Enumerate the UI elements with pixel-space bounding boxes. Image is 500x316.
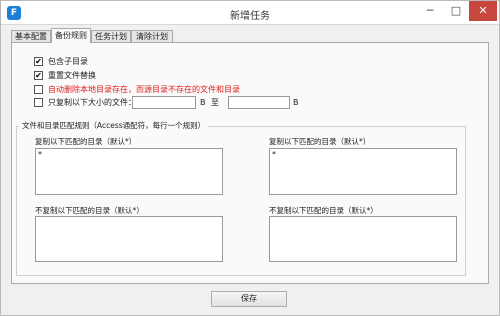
copy-dirs-textarea-right[interactable]: * (269, 148, 457, 195)
minimize-icon[interactable]: ─ (417, 1, 443, 21)
overwrite-files-label: 重置文件替换 (48, 71, 96, 80)
nocopy-dirs-textarea-right[interactable] (269, 216, 457, 262)
title-bar: F 新增任务 ─ □ ✕ (1, 1, 499, 25)
nocopy-dirs-label-right: 不复制以下匹配的目录（默认*） (269, 206, 378, 215)
copy-dirs-label-left: 复制以下匹配的目录（默认*） (35, 137, 137, 146)
dialog-window: F 新增任务 ─ □ ✕ 基本配置 备份规则 任务计划 清除计划 ✔ 包含子目录… (0, 0, 500, 316)
tab-basic-config[interactable]: 基本配置 (11, 30, 51, 42)
max-size-unit: B (293, 98, 299, 107)
tab-backup-rules[interactable]: 备份规则 (51, 28, 91, 43)
copy-dirs-label-right: 复制以下匹配的目录（默认*） (269, 137, 371, 146)
tab-cleanup-schedule[interactable]: 清除计划 (131, 30, 173, 42)
nocopy-dirs-label-left: 不复制以下匹配的目录（默认*） (35, 206, 144, 215)
size-filter-checkbox[interactable] (34, 98, 43, 107)
include-subdir-checkbox[interactable]: ✔ (34, 57, 43, 66)
include-subdir-label: 包含子目录 (48, 57, 88, 66)
save-button[interactable]: 保存 (211, 291, 287, 307)
close-icon[interactable]: ✕ (469, 1, 497, 21)
maximize-icon[interactable]: □ (443, 1, 469, 21)
size-range-to: 至 (211, 98, 219, 107)
overwrite-files-checkbox[interactable]: ✔ (34, 71, 43, 80)
nocopy-dirs-textarea-left[interactable] (35, 216, 223, 262)
min-size-unit: B (200, 98, 206, 107)
auto-delete-checkbox[interactable] (34, 85, 43, 94)
match-rules-title: 文件和目录匹配规则（Access通配符，每行一个规则） (19, 120, 209, 131)
copy-dirs-textarea-left[interactable]: * (35, 148, 223, 195)
tab-task-schedule[interactable]: 任务计划 (91, 30, 131, 42)
max-size-input[interactable] (228, 96, 290, 109)
min-size-input[interactable] (132, 96, 196, 109)
size-filter-label: 只复制以下大小的文件： (48, 98, 136, 107)
auto-delete-label: 自动删除本地目录存在，而源目录不存在的文件和目录 (48, 85, 240, 94)
